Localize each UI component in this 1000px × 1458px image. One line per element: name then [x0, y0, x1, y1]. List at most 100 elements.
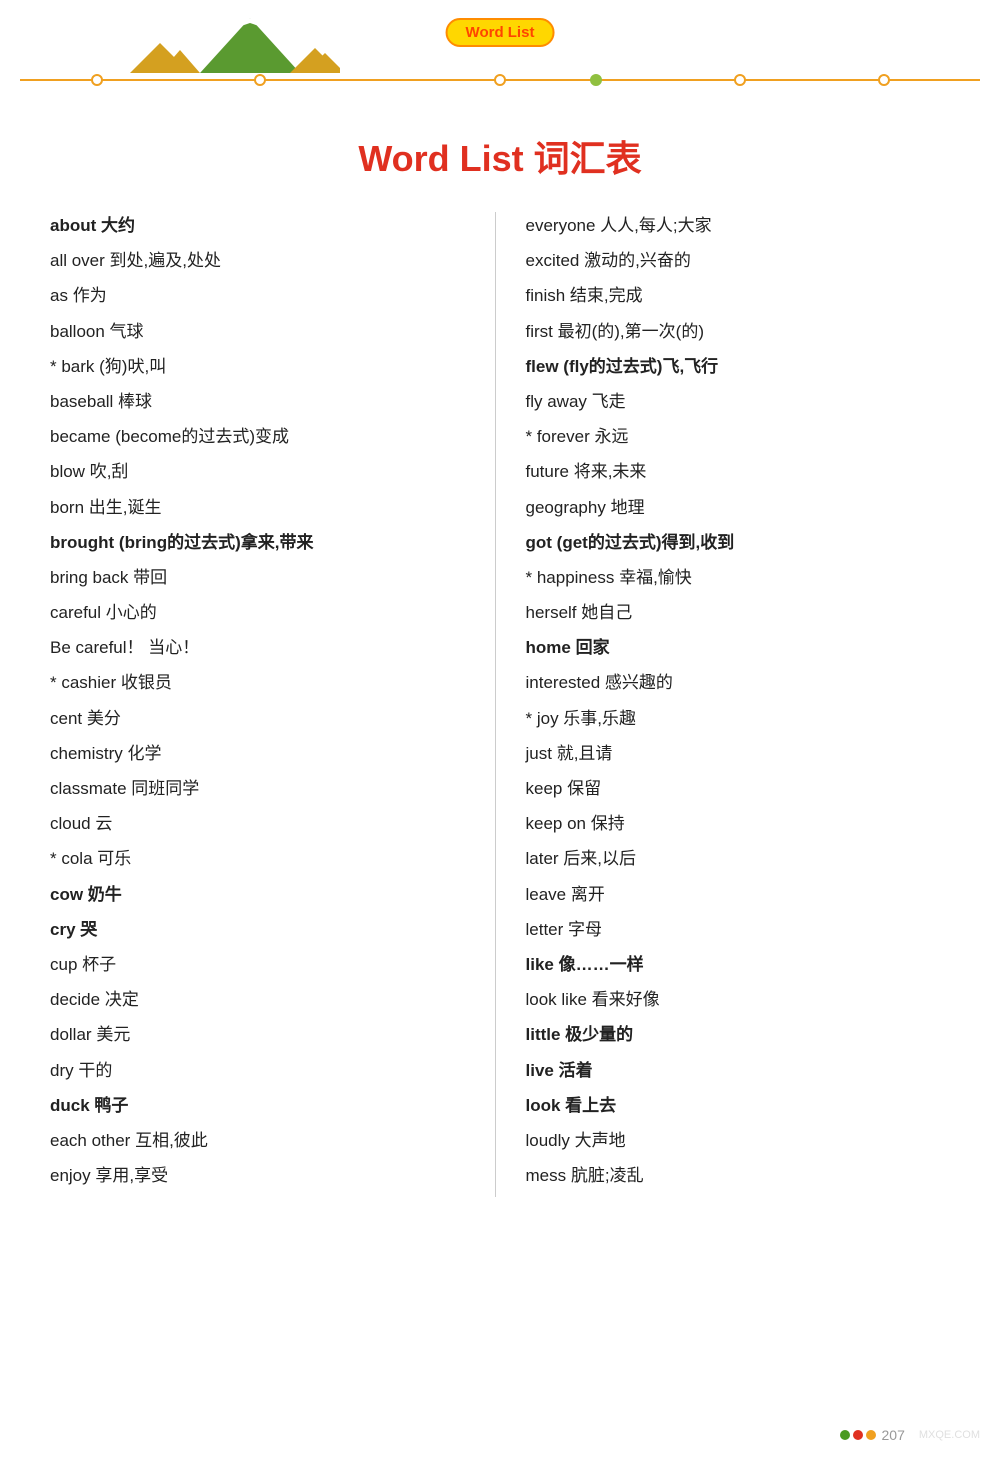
word-english: just [526, 744, 552, 763]
word-chinese: 像……一样 [554, 955, 644, 974]
word-english: keep on [526, 814, 587, 833]
word-english: all over [50, 251, 105, 270]
word-english: duck [50, 1096, 90, 1115]
word-chinese: 出生,诞生 [84, 498, 161, 517]
word-english: leave [526, 885, 567, 904]
list-item: just 就,且请 [526, 740, 951, 767]
list-item: first 最初(的),第一次(的) [526, 318, 951, 345]
word-list-badge: Word List [446, 18, 555, 47]
list-item: baseball 棒球 [50, 388, 475, 415]
word-english: cent [50, 709, 82, 728]
list-item: cry 哭 [50, 916, 475, 943]
dot-green [840, 1430, 850, 1440]
word-chinese: 离开 [566, 885, 605, 904]
list-item: blow 吹,刮 [50, 458, 475, 485]
word-chinese: 小心的 [101, 603, 157, 622]
word-english: chemistry [50, 744, 123, 763]
list-item: leave 离开 [526, 881, 951, 908]
list-item: each other 互相,彼此 [50, 1127, 475, 1154]
list-item: duck 鸭子 [50, 1092, 475, 1119]
word-columns: about 大约all over 到处,遍及,处处as 作为balloon 气球… [50, 212, 950, 1197]
timeline-dot-4 [590, 74, 602, 86]
list-item: herself 她自己 [526, 599, 951, 626]
page-number: 207 [882, 1427, 905, 1443]
main-content: about 大约all over 到处,遍及,处处as 作为balloon 气球… [0, 212, 1000, 1197]
word-chinese: 字母 [563, 920, 602, 939]
dot-red [853, 1430, 863, 1440]
word-english: herself [526, 603, 577, 622]
word-english: dry [50, 1061, 74, 1080]
list-item: got (get的过去式)得到,收到 [526, 529, 951, 556]
word-english: got [526, 533, 552, 552]
word-chinese: 化学 [123, 744, 162, 763]
word-english: first [526, 322, 553, 341]
word-english: excited [526, 251, 580, 270]
list-item: as 作为 [50, 282, 475, 309]
list-item: dry 干的 [50, 1057, 475, 1084]
list-item: enjoy 享用,享受 [50, 1162, 475, 1189]
footer: 207 MXQE.COM [840, 1427, 980, 1443]
word-chinese: 保留 [562, 779, 601, 798]
word-chinese: 带回 [128, 568, 167, 587]
word-english: cloud [50, 814, 91, 833]
timeline-dot-6 [878, 74, 890, 86]
footer-dots [840, 1430, 876, 1440]
word-chinese: 同班同学 [127, 779, 200, 798]
list-item: finish 结束,完成 [526, 282, 951, 309]
list-item: cent 美分 [50, 705, 475, 732]
timeline-dot-3 [494, 74, 506, 86]
word-chinese: 作为 [68, 286, 107, 305]
word-english: * joy [526, 709, 559, 728]
word-english: look [526, 1096, 561, 1115]
word-english: cup [50, 955, 77, 974]
word-chinese: (狗)吠,叫 [94, 357, 166, 376]
word-chinese: 地理 [606, 498, 645, 517]
word-english: geography [526, 498, 606, 517]
list-item: bring back 带回 [50, 564, 475, 591]
word-chinese: 永远 [590, 427, 629, 446]
word-english: everyone [526, 216, 596, 235]
word-chinese: 收银员 [116, 673, 172, 692]
word-english: classmate [50, 779, 127, 798]
list-item: * forever 永远 [526, 423, 951, 450]
word-english: brought [50, 533, 114, 552]
left-column: about 大约all over 到处,遍及,处处as 作为balloon 气球… [50, 212, 496, 1197]
word-chinese: 她自己 [577, 603, 633, 622]
word-english: keep [526, 779, 563, 798]
word-chinese: (get的过去式)得到,收到 [552, 533, 734, 552]
word-chinese: 云 [91, 814, 113, 833]
word-english: flew [526, 357, 559, 376]
word-chinese: 当心！ [144, 638, 200, 657]
word-chinese: 感兴趣的 [600, 673, 673, 692]
list-item: later 后来,以后 [526, 845, 951, 872]
list-item: keep 保留 [526, 775, 951, 802]
list-item: dollar 美元 [50, 1021, 475, 1048]
word-english: each other [50, 1131, 130, 1150]
word-english: live [526, 1061, 554, 1080]
word-english: letter [526, 920, 564, 939]
timeline-dot-1 [91, 74, 103, 86]
list-item: loudly 大声地 [526, 1127, 951, 1154]
word-chinese: 回家 [571, 638, 610, 657]
word-chinese: 美元 [92, 1025, 131, 1044]
word-chinese: 杯子 [77, 955, 116, 974]
word-english: * happiness [526, 568, 615, 587]
word-english: about [50, 216, 96, 235]
word-chinese: 乐事,乐趣 [559, 709, 636, 728]
list-item: * cashier 收银员 [50, 669, 475, 696]
word-english: blow [50, 462, 85, 481]
word-english: cow [50, 885, 83, 904]
list-item: * bark (狗)吠,叫 [50, 353, 475, 380]
list-item: classmate 同班同学 [50, 775, 475, 802]
word-chinese: 气球 [105, 322, 144, 341]
word-english: as [50, 286, 68, 305]
word-chinese: 大声地 [570, 1131, 626, 1150]
word-chinese: 就,且请 [552, 744, 612, 763]
word-chinese: 最初(的),第一次(的) [553, 322, 704, 341]
word-english: future [526, 462, 569, 481]
word-chinese: 奶牛 [83, 885, 122, 904]
word-english: Be careful！ [50, 638, 144, 657]
word-english: loudly [526, 1131, 570, 1150]
word-english: baseball [50, 392, 113, 411]
word-english: * bark [50, 357, 94, 376]
